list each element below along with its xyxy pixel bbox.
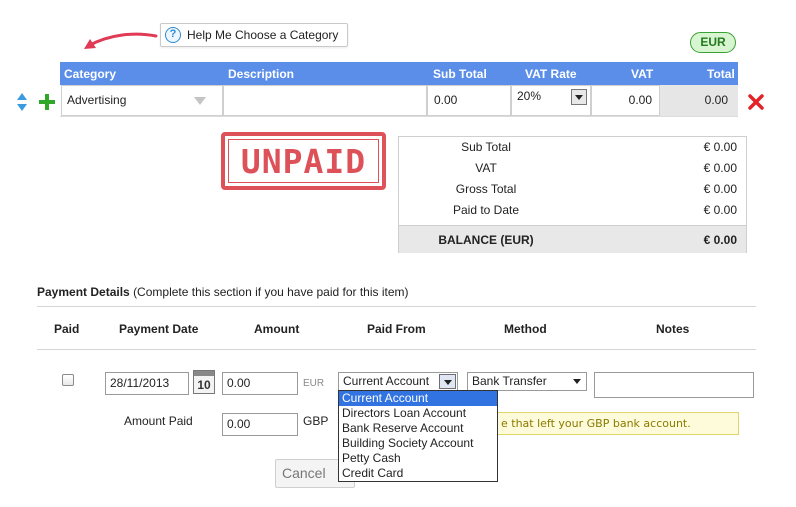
option-building-society-account[interactable]: Building Society Account [339,436,497,451]
vat-rate-select[interactable]: 20% [511,85,591,116]
amount-input[interactable]: 0.00 [222,372,298,395]
header-amount: Amount [254,322,300,336]
header-notes: Notes [656,322,690,336]
summary-label: VAT [475,161,497,175]
calendar-icon[interactable]: 10 [193,370,215,394]
option-bank-reserve-account[interactable]: Bank Reserve Account [339,421,497,436]
item-table-header: Category Description Sub Total VAT Rate … [60,62,738,85]
divider [37,349,756,350]
category-select[interactable]: Advertising [61,85,223,116]
calendar-day-text: 10 [197,378,211,392]
vat-rate-dropdown-button[interactable] [571,89,587,105]
currency-badge: EUR [690,32,736,53]
amount-currency: EUR [303,378,325,389]
method-select[interactable]: Bank Transfer [467,372,587,391]
help-icon: ? [165,27,181,43]
option-directors-loan-account[interactable]: Directors Loan Account [339,406,497,421]
pointer-arrow-icon [84,32,158,49]
vat-rate-value: 20% [517,89,542,103]
delete-row-icon[interactable] [748,94,764,110]
summary-row-sub-total: Sub Total € 0.00 [399,137,746,158]
summary-row-gross-total: Gross Total € 0.00 [399,179,746,200]
option-credit-card[interactable]: Credit Card [339,466,497,481]
option-current-account[interactable]: Current Account [339,391,497,406]
category-value: Advertising [67,93,127,107]
description-input[interactable] [223,85,427,116]
header-category: Category [64,67,117,81]
chevron-down-icon [444,380,452,385]
header-method: Method [504,322,547,336]
summary-row-balance: BALANCE (EUR) € 0.00 [399,225,746,253]
payment-subtitle-text: (Complete this section if you have paid … [133,285,409,299]
method-value: Bank Transfer [472,374,547,388]
summary-label: Sub Total [461,140,511,154]
totals-summary: Sub Total € 0.00 VAT € 0.00 Gross Total … [398,136,747,253]
vat-value: 0.00 [591,85,660,116]
cancel-label: Cancel [282,465,326,481]
paid-checkbox[interactable] [62,374,74,386]
amount-paid-input[interactable]: 0.00 [222,413,298,436]
total-value: 0.00 [660,85,738,116]
paid-from-dropdown-button[interactable] [439,374,456,389]
help-label: Help Me Choose a Category [187,28,339,42]
header-payment-date: Payment Date [119,322,199,336]
summary-label: Paid to Date [452,203,520,217]
payment-details-title: Payment Details (Complete this section i… [37,285,409,299]
summary-value: € 0.00 [703,161,737,175]
notes-input[interactable] [594,372,754,398]
paid-from-value: Current Account [343,374,430,388]
header-vat-rate: VAT Rate [525,67,577,81]
paid-from-options-list: Current Account Directors Loan Account B… [338,390,498,482]
add-row-icon[interactable] [38,93,56,111]
unpaid-stamp: UNPAID [221,132,386,190]
balance-value: € 0.00 [703,233,737,247]
payment-title-text: Payment Details [37,285,130,299]
header-paid: Paid [54,322,80,336]
header-total: Total [707,67,735,81]
chevron-down-icon [575,95,583,100]
reorder-arrows-icon[interactable] [16,92,28,112]
gbp-hint-box: e that left your GBP bank account. [480,412,739,435]
help-choose-category-button[interactable]: ? Help Me Choose a Category [160,23,348,47]
header-description: Description [228,67,295,81]
chevron-down-icon [194,97,206,105]
amount-paid-currency: GBP [303,414,329,428]
payment-date-input[interactable]: 28/11/2013 [105,372,189,395]
summary-row-vat: VAT € 0.00 [399,158,746,179]
header-paid-from: Paid From [367,322,426,336]
summary-row-paid-to-date: Paid to Date € 0.00 [399,200,746,221]
unpaid-stamp-text: UNPAID [240,142,367,181]
header-vat: VAT [631,67,654,81]
chevron-down-icon [573,379,581,384]
option-petty-cash[interactable]: Petty Cash [339,451,497,466]
summary-value: € 0.00 [703,140,737,154]
summary-label: Gross Total [455,182,517,196]
paid-from-select[interactable]: Current Account [338,372,458,391]
summary-value: € 0.00 [703,182,737,196]
item-row: Advertising 0.00 20% 0.00 0.00 [60,85,738,117]
sub-total-input[interactable]: 0.00 [427,85,511,116]
amount-paid-label: Amount Paid [124,414,193,428]
summary-value: € 0.00 [703,203,737,217]
divider [37,306,756,307]
balance-label: BALANCE (EUR) [438,233,534,247]
header-sub-total: Sub Total [433,67,487,81]
